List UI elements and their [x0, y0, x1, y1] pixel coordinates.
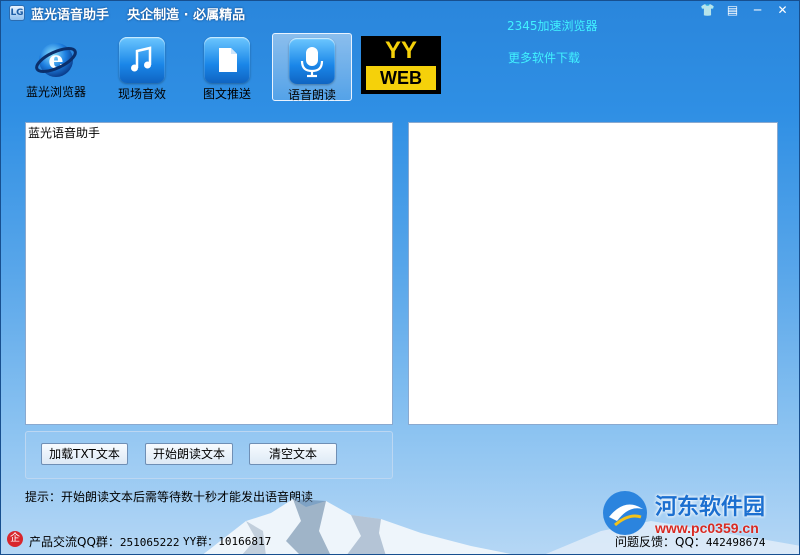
app-window: LG 蓝光语音助手 央企制造 · 必属精品 👕 ▤ ─ ✕ e 蓝光浏览器 现场…	[0, 0, 800, 555]
tool-browser[interactable]: e 蓝光浏览器	[17, 33, 95, 101]
yy-group-number[interactable]: 10166817	[218, 535, 271, 548]
music-note-icon	[119, 37, 165, 83]
tool-sound-effects[interactable]: 现场音效	[103, 33, 181, 101]
yy-group-info: YY群：10166817	[183, 533, 271, 549]
document-icon	[204, 37, 250, 83]
window-title: 蓝光语音助手 央企制造 · 必属精品	[31, 8, 246, 23]
qq-group-label: 产品交流QQ群：	[29, 535, 120, 549]
qq-group-number[interactable]: 251065222	[120, 536, 180, 549]
clear-text-button[interactable]: 清空文本	[249, 443, 337, 465]
watermark-name: 河东软件园	[655, 494, 766, 520]
ie-browser-icon: e	[34, 37, 78, 81]
tool-image-text-push[interactable]: 图文推送	[188, 33, 266, 101]
load-txt-button[interactable]: 加载TXT文本	[41, 443, 128, 465]
tool-label: 图文推送	[202, 87, 251, 101]
yyweb-top-text: YY	[365, 38, 437, 64]
skin-icon[interactable]: 👕	[697, 2, 718, 19]
close-button[interactable]: ✕	[772, 2, 793, 19]
yyweb-bottom-text: WEB	[366, 66, 436, 90]
company-badge-icon: 企	[7, 531, 23, 547]
yy-group-label: YY群：	[183, 535, 219, 548]
qq-group-info: 产品交流QQ群：251065222	[29, 533, 180, 550]
text-input-content: 蓝光语音助手	[28, 126, 101, 140]
microphone-icon	[289, 38, 335, 84]
menu-icon[interactable]: ▤	[722, 2, 743, 19]
status-bar: 企 产品交流QQ群：251065222 YY群：10166817 问题反馈：QQ…	[1, 528, 799, 554]
button-group: 加载TXT文本 开始朗读文本 清空文本	[25, 431, 393, 479]
tool-label: 现场音效	[117, 87, 166, 101]
yyweb-logo[interactable]: YY WEB	[361, 36, 441, 94]
start-reading-button[interactable]: 开始朗读文本	[145, 443, 233, 465]
feedback-info: 问题反馈：QQ：442498674	[615, 533, 766, 550]
window-controls: 👕 ▤ ─ ✕	[697, 2, 793, 19]
feedback-qq-number[interactable]: 442498674	[706, 536, 766, 549]
tool-label: 蓝光浏览器	[25, 85, 86, 99]
title-bar[interactable]: LG 蓝光语音助手 央企制造 · 必属精品 👕 ▤ ─ ✕	[1, 1, 799, 25]
tool-label: 语音朗读	[287, 88, 336, 102]
more-software-link[interactable]: 更多软件下载	[508, 49, 580, 66]
browser-download-link[interactable]: 2345加速浏览器	[507, 17, 598, 34]
display-panel	[408, 122, 778, 425]
feedback-label: 问题反馈：QQ：	[615, 535, 706, 549]
app-logo-icon: LG	[9, 5, 25, 21]
minimize-button[interactable]: ─	[747, 2, 768, 19]
tool-voice-reading[interactable]: 语音朗读	[272, 33, 352, 102]
text-input-area[interactable]: 蓝光语音助手	[25, 122, 393, 425]
